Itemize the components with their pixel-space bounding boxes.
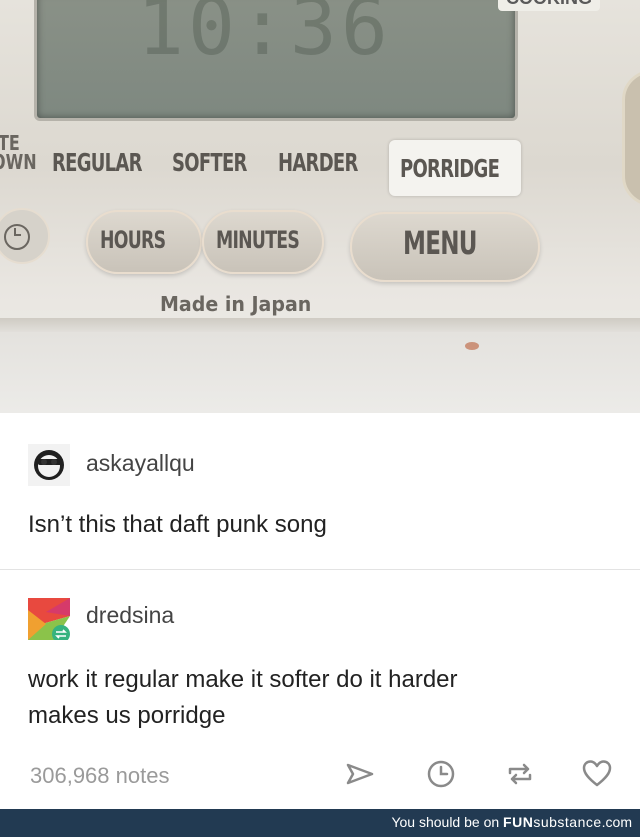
reblog-entry-dredsina: dredsina work it regular make it softer … <box>0 570 640 760</box>
menu-label: MENU <box>403 224 478 262</box>
lcd-display: 10:36 <box>34 0 518 121</box>
watermark-brand-fun: FUN <box>503 814 534 830</box>
button-row: HOURS MINUTES MENU <box>0 208 640 282</box>
clock-icon <box>4 224 30 250</box>
mode-regular-label: REGULAR <box>52 148 142 177</box>
dredsina-avatar[interactable] <box>28 598 70 640</box>
mode-porridge-label: PORRIDGE <box>400 154 500 183</box>
askayallqu-comment: Isn’t this that daft punk song <box>28 511 327 538</box>
watermark-brand-substance: substance <box>533 814 602 830</box>
watermark-prefix: You should be on <box>391 814 504 830</box>
made-in-japan-text: Made in Japan <box>160 292 312 316</box>
watermark-suffix: .com <box>601 814 632 830</box>
lcd-digits: 10:36 <box>137 0 392 73</box>
askayallqu-username[interactable]: askayallqu <box>86 450 195 477</box>
stain-spot <box>465 342 479 350</box>
timer-button <box>0 208 50 264</box>
heart-icon[interactable] <box>580 757 614 791</box>
mode-harder-label: HARDER <box>278 148 358 177</box>
cooker-body <box>0 332 640 413</box>
askayallqu-avatar[interactable] <box>28 444 70 486</box>
watermark-bar: You should be on FUNsubstance.com <box>0 809 640 837</box>
notes-count[interactable]: 306,968 notes <box>30 763 169 789</box>
minutes-label: MINUTES <box>216 226 300 254</box>
clock-icon[interactable] <box>424 757 458 791</box>
rice-cooker-photo: 10:36 COOKING ITE OWN REGULAR SOFTER HAR… <box>0 0 640 413</box>
dredsina-comment-line-1: work it regular make it softer do it har… <box>28 666 458 693</box>
clock-hand <box>14 234 21 236</box>
mode-softer-label: SOFTER <box>172 148 247 177</box>
mode-labels-row: ITE OWN REGULAR SOFTER HARDER PORRIDGE <box>0 133 640 200</box>
dredsina-comment-line-2: makes us porridge <box>28 702 226 729</box>
watermark-text: You should be on FUNsubstance.com <box>391 814 632 830</box>
dredsina-username[interactable]: dredsina <box>86 602 174 629</box>
partial-mode-label: ITE OWN <box>0 131 37 174</box>
hours-label: HOURS <box>100 226 166 254</box>
reblog-entry-askayallqu: askayallqu Isn’t this that daft punk son… <box>0 413 640 569</box>
send-icon[interactable] <box>343 757 377 791</box>
reblog-icon[interactable] <box>503 757 537 791</box>
cooking-label: COOKING <box>497 0 600 11</box>
